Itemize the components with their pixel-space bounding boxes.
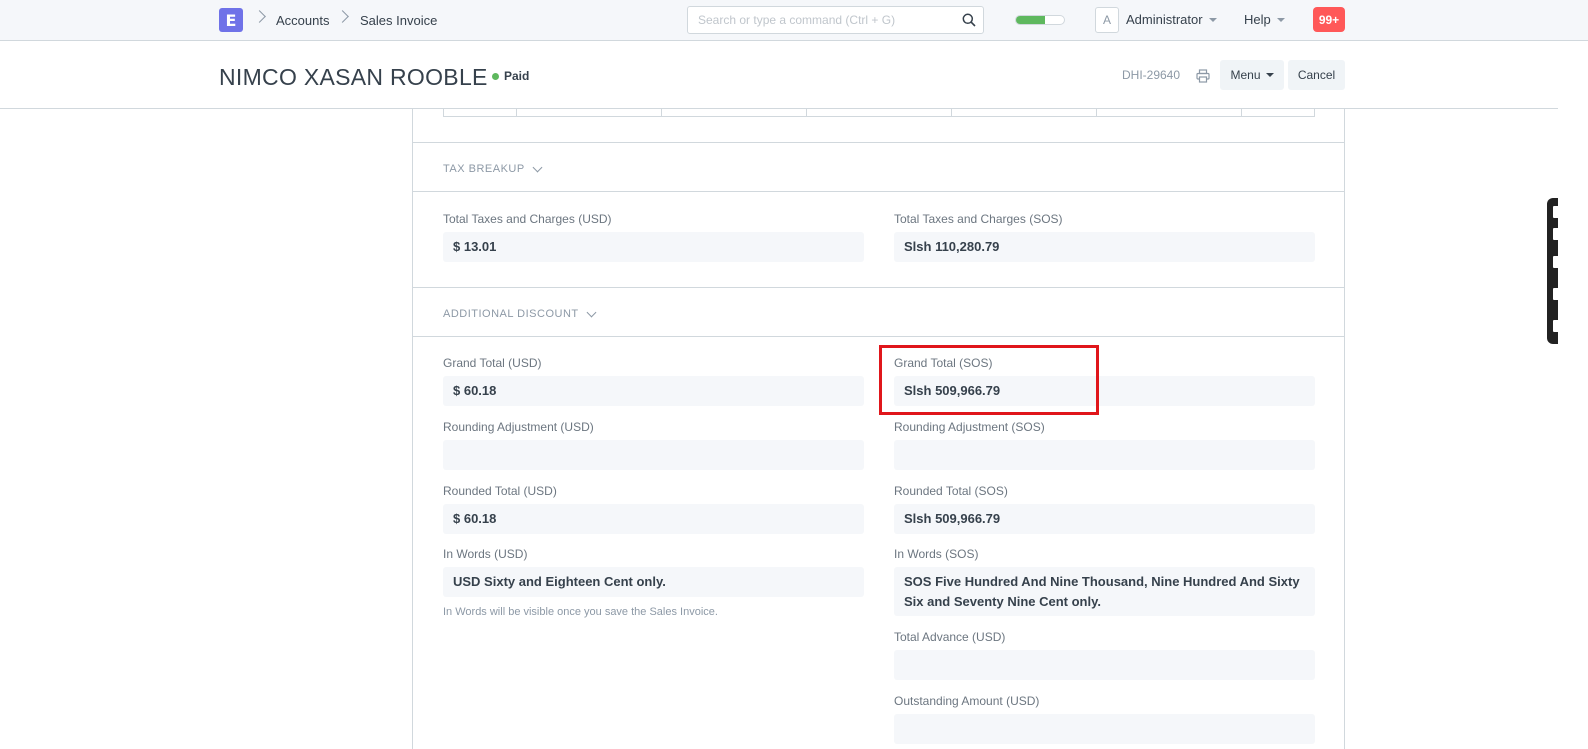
grand-total-usd-label: Grand Total (USD) [443,356,542,370]
section-tax-breakup[interactable]: TAX BREAKUP [413,142,1344,192]
avatar[interactable]: A [1095,7,1119,33]
in-words-usd-field[interactable]: USD Sixty and Eighteen Cent only. [443,567,864,597]
chevron-down-icon [532,162,543,172]
notifications-badge[interactable]: 99+ [1313,7,1345,32]
section-title-text: ADDITIONAL DISCOUNT [443,308,579,320]
menu-button[interactable]: Menu [1220,60,1284,90]
chevron-right-icon [253,10,266,23]
user-label: Administrator [1126,12,1203,27]
page-title: NIMCO XASAN ROOBLE [219,64,488,90]
outstanding-amount-usd-field[interactable] [894,714,1315,744]
grid-divider [806,109,807,117]
search-icon[interactable] [962,13,976,27]
grid-divider [661,109,662,117]
rounding-adjustment-usd-label: Rounding Adjustment (USD) [443,420,594,434]
breadcrumb-accounts[interactable]: Accounts [276,13,329,28]
breadcrumb-sales-invoice[interactable]: Sales Invoice [360,13,437,28]
total-taxes-usd-label: Total Taxes and Charges (USD) [443,212,612,226]
status-dot-icon [492,72,499,80]
grid-divider [1096,109,1097,117]
grid-divider [516,109,517,117]
in-words-sos-label: In Words (SOS) [894,547,979,561]
page-head: NIMCO XASAN ROOBLE Paid DHI-29640 Menu C… [0,41,1558,109]
form-body: TAX BREAKUP Total Taxes and Charges (USD… [412,109,1345,749]
help-label: Help [1244,12,1271,27]
help-dropdown[interactable]: Help [1244,12,1285,27]
navbar: E Accounts Sales Invoice A Administrator… [0,0,1588,41]
highlight-box [879,345,1099,415]
menu-label: Menu [1230,68,1261,82]
tool-icon[interactable] [1553,206,1559,218]
items-grid-bottom [443,109,1315,117]
section-title: TAX BREAKUP [443,162,543,175]
in-words-usd-label: In Words (USD) [443,547,528,561]
print-icon[interactable] [1196,69,1210,83]
app-logo[interactable]: E [219,8,243,32]
in-words-help-text: In Words will be visible once you save t… [443,606,718,618]
tool-icon[interactable] [1553,256,1559,268]
total-taxes-sos-field[interactable]: Slsh 110,280.79 [894,232,1315,262]
rounded-total-sos-field[interactable]: Slsh 509,966.79 [894,504,1315,534]
tool-icon[interactable] [1553,288,1559,300]
chevron-down-icon [586,307,597,317]
caret-down-icon [1276,17,1285,22]
total-advance-usd-field[interactable] [894,650,1315,680]
tool-icon[interactable] [1553,228,1559,240]
section-title-text: TAX BREAKUP [443,163,525,175]
chevron-right-icon [336,10,349,23]
rounding-adjustment-usd-field[interactable] [443,440,864,470]
caret-down-icon [1208,17,1217,22]
grand-total-usd-field[interactable]: $ 60.18 [443,376,864,406]
grid-divider [951,109,952,117]
section-title: ADDITIONAL DISCOUNT [443,307,597,320]
search-bar [687,6,984,34]
rounded-total-usd-field[interactable]: $ 60.18 [443,504,864,534]
document-id: DHI-29640 [1122,68,1181,82]
side-toolbar[interactable] [1547,198,1559,344]
status-label: Paid [504,69,530,83]
tool-icon[interactable] [1553,320,1559,332]
total-taxes-usd-field[interactable]: $ 13.01 [443,232,864,262]
caret-down-icon [1265,73,1274,77]
search-input[interactable] [688,7,958,33]
progress-fill [1016,16,1045,24]
status-badge: Paid [492,69,529,83]
rounded-total-usd-label: Rounded Total (USD) [443,484,557,498]
user-dropdown[interactable]: Administrator [1126,12,1217,27]
rounding-adjustment-sos-label: Rounding Adjustment (SOS) [894,420,1045,434]
outstanding-amount-usd-label: Outstanding Amount (USD) [894,694,1040,708]
rounding-adjustment-sos-field[interactable] [894,440,1315,470]
total-taxes-sos-label: Total Taxes and Charges (SOS) [894,212,1063,226]
total-advance-usd-label: Total Advance (USD) [894,630,1006,644]
cancel-button[interactable]: Cancel [1288,60,1345,90]
rounded-total-sos-label: Rounded Total (SOS) [894,484,1008,498]
section-additional-discount[interactable]: ADDITIONAL DISCOUNT [413,287,1344,337]
in-words-sos-field[interactable]: SOS Five Hundred And Nine Thousand, Nine… [894,567,1315,616]
grid-divider [1241,109,1242,117]
sync-progress-bar [1015,15,1065,25]
